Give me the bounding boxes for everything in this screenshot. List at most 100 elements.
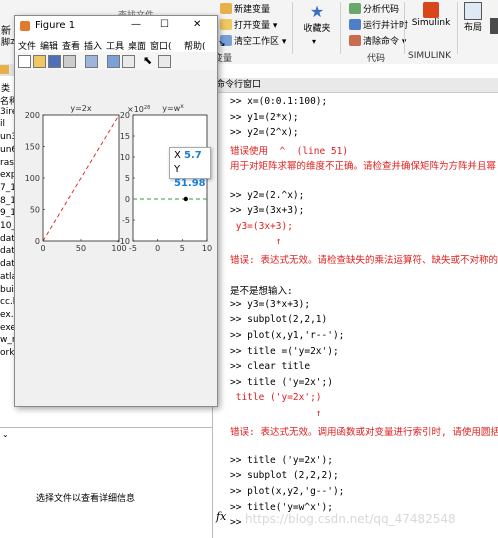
figure-menu-item[interactable]: ↘ (218, 39, 226, 49)
plot1-title: y=2x (70, 104, 92, 113)
y-tick-label: 0 (125, 195, 130, 204)
new-variable-button[interactable]: 新建变量 (220, 2, 270, 15)
figure-menu-item[interactable]: 文件 (18, 39, 36, 52)
colorbar-icon[interactable] (107, 55, 120, 68)
command-line: >> y1=(2*x); (230, 111, 299, 123)
y-tick-label: 10 (120, 153, 130, 162)
figure-titlebar: Figure 1 — ☐ ✕ (15, 16, 217, 36)
group-simulink-label: SIMULINK (408, 51, 452, 61)
figure-menu-item[interactable]: 工具 (106, 39, 124, 52)
datatip-marker (183, 196, 188, 202)
open-variable-icon (220, 19, 232, 30)
y-axis-exponent: ×1028 (127, 105, 150, 114)
y-axis-exponent-superscript: 28 (144, 105, 150, 111)
command-line: >> title('y=w^x'); (230, 501, 333, 513)
figure-menu-item[interactable]: 编辑 (40, 39, 58, 52)
y-tick-label: 200 (25, 111, 40, 120)
command-line: >> y3=(3x+3); (230, 205, 305, 217)
command-line: >> title ('y=2x';) (230, 376, 333, 388)
fx-icon[interactable]: fx (216, 510, 226, 523)
figure-window[interactable]: Figure 1 — ☐ ✕ 文件 编辑 查看 插入 工具 桌面 窗口( 帮助( ↘ ⬉ 0 50… (14, 15, 226, 407)
x-tick-label: 5 (180, 244, 185, 253)
open-variable-button[interactable]: 打开变量 ▾ (220, 18, 277, 31)
ribbon-separator (404, 2, 405, 54)
details-collapse-icon[interactable]: ⌄ (2, 430, 9, 439)
y-tick-label: 50 (30, 206, 40, 215)
close-button[interactable]: ✕ (193, 19, 201, 30)
plot2-title: y=wx (162, 103, 184, 113)
command-line: >> title =('y=2x'); (230, 345, 339, 357)
save-icon[interactable] (48, 55, 61, 68)
command-line: >> title ('y=2x'); (230, 454, 333, 466)
datatip-y-label: Y (174, 164, 181, 175)
command-line: >> (230, 517, 242, 529)
property-editor-icon[interactable] (158, 55, 171, 68)
new-figure-icon[interactable] (18, 55, 31, 68)
layout-button[interactable]: 布局 (462, 2, 484, 33)
favorites-dropdown-icon[interactable]: ▾ (312, 37, 316, 46)
figure-plots[interactable]: 0 50 100050100150200-5 0 5 10-10-505101520y=2… (15, 70, 217, 406)
figure-menu-item[interactable]: 桌面 (128, 39, 146, 52)
command-line: >> y2=(2^x); (230, 127, 299, 139)
figure-menu-item[interactable]: 查看 (62, 39, 80, 52)
figure-toolbar: ⬉ (15, 52, 217, 71)
simulink-icon (423, 2, 439, 18)
error-line: 错误: 表达式无效。调用函数或对变量进行索引时, 请使用圆括号 (230, 426, 498, 438)
command-line: >> y2=(2.^x); (230, 189, 305, 201)
group-code-label: 代码 (367, 54, 386, 64)
command-line: >> subplot (2,2,2); (230, 470, 339, 482)
command-line: >> clear title (230, 361, 311, 373)
maximize-button[interactable]: ☐ (160, 19, 169, 30)
command-window-title: 命令行窗口 (213, 78, 498, 93)
ribbon-separator (340, 2, 341, 54)
ribbon-overflow-icon[interactable] (490, 18, 498, 34)
datatip-y-value: 51.98 (174, 178, 206, 189)
y-tick-label: 100 (25, 174, 40, 183)
figure-menu-item[interactable]: 帮助( (184, 39, 206, 52)
datatip-x-label: X (174, 150, 181, 161)
minimize-button[interactable]: — (131, 19, 141, 30)
clear-commands-button[interactable]: 清除命令 ▾ (349, 34, 406, 47)
clear-commands-icon (349, 35, 361, 46)
print-icon[interactable] (63, 55, 76, 68)
figure-canvas[interactable]: 0 50 100 0 50 100 150 200 -5 0 5 10 -10 -5 0 5 10 15 20 y=2… (15, 70, 217, 406)
pointer-icon[interactable]: ⬉ (143, 54, 152, 67)
run-time-icon (349, 19, 361, 30)
error-line: y3=(3x+3); (230, 220, 293, 232)
command-line: >> y3=(3*x+3); (230, 298, 311, 310)
folder-list-item[interactable]: il (0, 119, 5, 129)
favorites-button[interactable]: ★ 收藏夹 (302, 2, 332, 34)
datatip[interactable]: X 5.7 Y 51.98 (169, 147, 211, 189)
error-line: 用于对矩阵求幂的维度不正确。请检查并确保矩阵为方阵并且幂 (230, 161, 497, 173)
x-tick-label: -5 (129, 244, 137, 253)
open-file-icon[interactable] (33, 55, 46, 68)
command-line: 是不是想输入: (230, 286, 293, 298)
figure-menu-item[interactable]: 窗口( (150, 39, 172, 52)
simulink-button[interactable]: Simulink (409, 2, 453, 28)
link-plot-icon[interactable] (85, 55, 98, 68)
new-variable-icon (220, 3, 232, 14)
folder-header: 类 (1, 84, 11, 94)
favorites-icon: ★ (309, 2, 325, 21)
error-line: ↑ (230, 408, 322, 419)
ribbon-separator (292, 2, 293, 54)
command-line: >> plot(x,y2,'g--'); (230, 486, 345, 497)
command-window[interactable]: 命令行窗口 >> x=(0:0.1:100); >> y1=(2*x); >> y2… (213, 64, 498, 538)
clear-workspace-button[interactable]: 清空工作区 ▾ (220, 34, 286, 47)
legend-icon[interactable] (122, 55, 135, 68)
plot2-title-superscript: x (180, 103, 184, 110)
error-line: 错误: 表达式无效。请检查缺失的乘法运算符、缺失或不对称的 (230, 255, 498, 266)
error-line: ↑ (230, 236, 282, 248)
run-and-time-button[interactable]: 运行并计时 (349, 18, 408, 31)
panel-divider (0, 427, 212, 428)
x-tick-label: 50 (76, 244, 86, 253)
error-line: title ('y=2x';) (230, 392, 322, 404)
error-line: 错误使用 ^ (line 51) (230, 145, 349, 157)
x-tick-label: 10 (202, 244, 212, 253)
analyze-code-button[interactable]: 分析代码 (349, 2, 399, 15)
y-tick-label: 15 (120, 132, 130, 141)
figure-title: Figure 1 (35, 20, 76, 31)
folder-icon[interactable] (0, 65, 9, 74)
datatip-x-value: 5.7 (184, 150, 202, 161)
figure-menu-item[interactable]: 插入 (84, 39, 102, 52)
